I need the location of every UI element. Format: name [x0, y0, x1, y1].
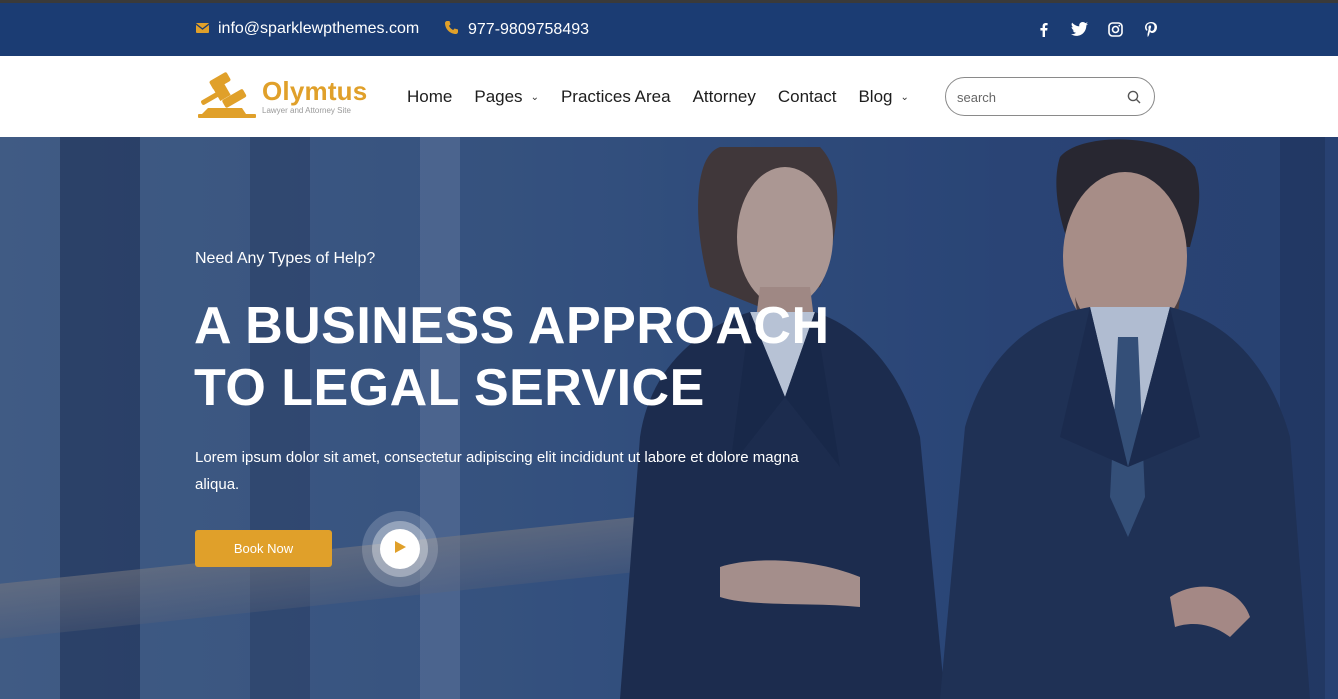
nav-attorney-label: Attorney [692, 87, 756, 106]
nav-practices-area[interactable]: Practices Area [561, 87, 671, 107]
nav-contact-label: Contact [777, 87, 837, 106]
main-header: Olymtus Lawyer and Attorney Site Home Pa… [0, 56, 1338, 137]
top-bar: info@sparklewpthemes.com 977-9809758493 [0, 0, 1338, 56]
contact-phone[interactable]: 977-9809758493 [444, 20, 589, 40]
logo-name: Olymtus [262, 76, 368, 106]
nav-attorney[interactable]: Attorney [693, 87, 756, 107]
chevron-down-icon: ⌄ [900, 91, 909, 103]
book-now-button[interactable]: Book Now [195, 530, 332, 567]
search-icon[interactable] [1127, 90, 1141, 104]
nav-blog[interactable]: Blog ⌄ [858, 87, 908, 107]
site-logo[interactable]: Olymtus Lawyer and Attorney Site [196, 72, 376, 122]
email-text: info@sparklewpthemes.com [218, 20, 420, 37]
hero-headline-line1: A BUSINESS APPROACH [194, 297, 830, 355]
contact-email[interactable]: info@sparklewpthemes.com [195, 20, 420, 38]
nav-pages-label: Pages [474, 87, 523, 106]
hero-description: Lorem ipsum dolor sit amet, consectetur … [195, 449, 799, 493]
nav-home-label: Home [407, 87, 453, 106]
nav-practices-label: Practices Area [560, 87, 671, 106]
hero-eyebrow: Need Any Types of Help? [195, 250, 376, 267]
logo-tagline: Lawyer and Attorney Site [262, 106, 351, 115]
play-video-button[interactable] [380, 529, 420, 569]
hero-headline: A BUSINESS APPROACH TO LEGAL SERVICE [194, 295, 830, 419]
envelope-icon [195, 20, 210, 38]
facebook-icon[interactable] [1034, 20, 1052, 38]
gavel-icon [196, 72, 258, 125]
phone-text: 977-9809758493 [468, 21, 590, 38]
pinterest-icon[interactable] [1142, 20, 1160, 38]
play-icon [393, 540, 407, 559]
instagram-icon[interactable] [1106, 20, 1124, 38]
social-links [1034, 20, 1160, 38]
search-box [945, 77, 1155, 116]
hero-banner: Need Any Types of Help? A BUSINESS APPRO… [0, 137, 1338, 699]
hero-headline-line2: TO LEGAL SERVICE [194, 359, 705, 417]
nav-blog-label: Blog [858, 87, 893, 106]
main-nav: Home Pages ⌄ Practices Area Attorney Cont… [407, 87, 931, 107]
search-input[interactable] [957, 87, 1117, 107]
nav-pages[interactable]: Pages ⌄ [474, 87, 539, 107]
phone-icon [444, 20, 459, 40]
nav-home[interactable]: Home [407, 87, 452, 107]
chevron-down-icon: ⌄ [530, 91, 539, 103]
twitter-icon[interactable] [1070, 20, 1088, 38]
nav-contact[interactable]: Contact [778, 87, 837, 107]
